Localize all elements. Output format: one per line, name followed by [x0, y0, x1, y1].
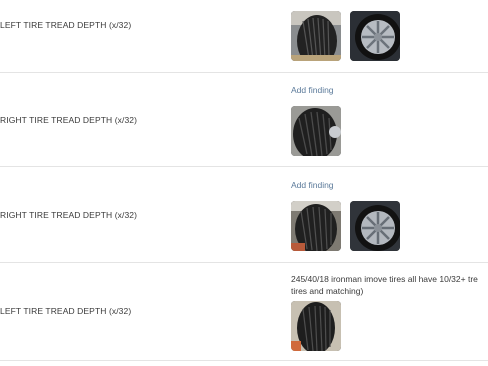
- row3-add-finding-link[interactable]: Add finding: [291, 180, 334, 190]
- row1-label: LEFT TIRE TREAD DEPTH (x/32): [0, 20, 132, 30]
- row-divider: [0, 72, 488, 73]
- row2-label: RIGHT TIRE TREAD DEPTH (x/32): [0, 115, 138, 125]
- tire-tread-image: [291, 11, 341, 61]
- row-divider: [0, 262, 488, 263]
- row-divider: [0, 360, 488, 361]
- wheel-image: [350, 11, 400, 61]
- tire-tread-image: [291, 301, 341, 351]
- tire-tread-image: [291, 201, 341, 251]
- tire-tread-image: [291, 106, 341, 156]
- row3-wheel-photo-thumbnail[interactable]: [350, 201, 400, 251]
- row4-note-line2: tires and matching): [291, 285, 364, 296]
- row-divider: [0, 166, 488, 167]
- row4-tread-photo-thumbnail[interactable]: [291, 301, 341, 351]
- row2-tread-photo-thumbnail[interactable]: [291, 106, 341, 156]
- row4-note-line1: 245/40/18 ironman imove tires all have 1…: [291, 274, 478, 284]
- row2-add-finding-link[interactable]: Add finding: [291, 85, 334, 95]
- row1-wheel-photo-thumbnail[interactable]: [350, 11, 400, 61]
- wheel-image: [350, 201, 400, 251]
- row4-label: LEFT TIRE TREAD DEPTH (x/32): [0, 306, 132, 316]
- row3-label: RIGHT TIRE TREAD DEPTH (x/32): [0, 210, 138, 220]
- row3-tread-photo-thumbnail[interactable]: [291, 201, 341, 251]
- row4-finding-note: 245/40/18 ironman imove tires all have 1…: [291, 274, 488, 297]
- row1-tread-photo-thumbnail[interactable]: [291, 11, 341, 61]
